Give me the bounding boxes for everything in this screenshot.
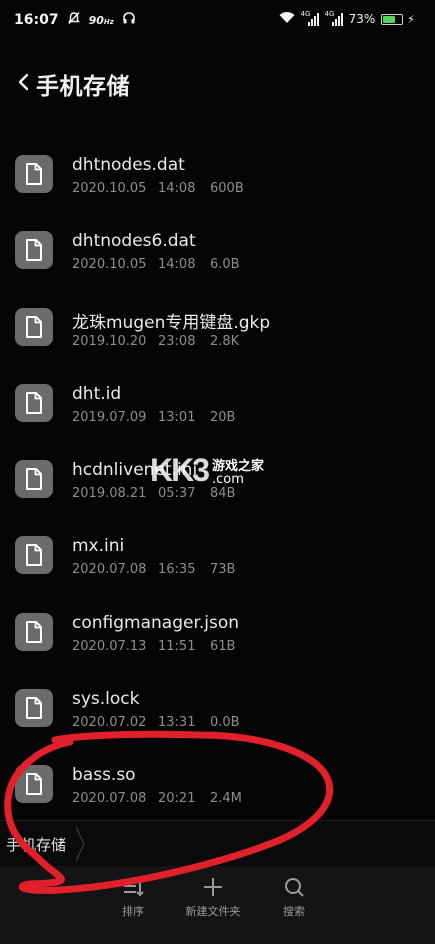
- file-size: 61B: [210, 638, 236, 654]
- file-size: 0.0B: [210, 715, 240, 731]
- file-date: 2020.10.05: [72, 257, 147, 273]
- file-icon: [15, 536, 53, 575]
- file-date: 2020.07.02: [72, 715, 147, 731]
- breadcrumb-item[interactable]: 手机存储: [6, 834, 66, 855]
- file-meta: 2020.10.05 14:08 600B: [72, 181, 244, 196]
- net-speed: 90Hz: [88, 13, 114, 27]
- file-name: sys.lock: [72, 689, 140, 710]
- file-name: mx.ini: [72, 536, 125, 557]
- file-icon: [15, 155, 53, 193]
- file-icon: [15, 689, 53, 728]
- watermark-logo: KK3: [150, 452, 210, 488]
- file-row[interactable]: dht.id 2019.07.09 13:01 20B: [0, 364, 435, 440]
- file-date: 2019.07.09: [72, 409, 147, 425]
- header: 手机存储: [0, 60, 435, 104]
- file-row[interactable]: bass.so 2020.07.08 20:21 2.4M: [0, 745, 435, 821]
- new-folder-button[interactable]: 新建文件夹: [173, 876, 253, 919]
- mute-icon: [67, 11, 81, 29]
- file-meta: 2019.07.09 13:01 20B: [72, 410, 235, 425]
- file-icon: [15, 765, 53, 804]
- file-date: 2019.10.20: [72, 333, 147, 349]
- file-name: dht.id: [72, 383, 122, 404]
- bottom-toolbar: 排序 新建文件夹 搜索: [0, 866, 435, 944]
- search-label: 搜索: [283, 905, 305, 918]
- signal-icon-2: 4G: [325, 10, 343, 26]
- plus-icon: [204, 878, 222, 896]
- file-meta: 2020.07.08 16:35 73B: [72, 562, 235, 577]
- back-icon[interactable]: [16, 72, 34, 92]
- file-row[interactable]: 龙珠mugen专用键盘.gkp 2019.10.20 23:08 2.8K: [0, 288, 435, 364]
- file-time: 23:08: [158, 333, 196, 349]
- wifi-icon: [279, 11, 295, 27]
- watermark: KK3 游戏之家 .com: [150, 452, 264, 489]
- file-time: 11:51: [158, 638, 196, 654]
- file-name: configmanager.json: [72, 612, 240, 633]
- file-time: 13:31: [158, 715, 196, 731]
- watermark-site: 游戏之家 .com: [212, 455, 264, 487]
- file-time: 16:35: [158, 562, 196, 578]
- sort-label: 排序: [122, 905, 144, 918]
- clock: 16:07: [14, 12, 59, 28]
- file-meta: 2020.10.05 14:08 6.0B: [72, 257, 240, 272]
- file-date: 2019.08.21: [72, 486, 147, 502]
- new-folder-label: 新建文件夹: [185, 905, 241, 918]
- file-meta: 2020.07.08 20:21 2.4M: [72, 791, 242, 806]
- file-date: 2020.07.08: [72, 791, 147, 807]
- file-date: 2020.10.05: [72, 181, 147, 196]
- page-title: 手机存储: [36, 74, 130, 100]
- status-bar: 16:07 90Hz 4G 4G 73% ⚡: [0, 0, 435, 40]
- watermark-site-line2: .com: [212, 471, 244, 487]
- file-size: 2.4M: [210, 791, 242, 807]
- file-size: 20B: [210, 409, 236, 425]
- battery-fill: [383, 15, 395, 23]
- file-row[interactable]: mx.ini 2020.07.08 16:35 73B: [0, 516, 435, 592]
- file-time: 13:01: [158, 409, 196, 425]
- search-button[interactable]: 搜索: [254, 876, 334, 919]
- file-row[interactable]: dhtnodes6.dat 2020.10.05 14:08 6.0B: [0, 211, 435, 287]
- status-right: 4G 4G 73% ⚡: [279, 10, 415, 27]
- sort-button[interactable]: 排序: [93, 876, 173, 919]
- file-meta: 2020.07.02 13:31 0.0B: [72, 715, 240, 730]
- file-row[interactable]: dhtnodes.dat 2020.10.05 14:08 600B: [0, 135, 435, 211]
- file-time: 20:21: [158, 791, 196, 807]
- file-row[interactable]: configmanager.json 2020.07.13 11:51 61B: [0, 593, 435, 669]
- file-size: 73B: [210, 562, 236, 578]
- file-time: 14:08: [158, 181, 196, 196]
- battery-icon: [381, 13, 404, 25]
- breadcrumb-separator-icon: [74, 825, 86, 863]
- status-left: 16:07 90Hz: [14, 11, 136, 29]
- file-icon: [15, 307, 53, 346]
- file-name: dhtnodes6.dat: [72, 231, 196, 252]
- file-name: 龙珠mugen专用键盘.gkp: [72, 312, 271, 333]
- file-row[interactable]: sys.lock 2020.07.02 13:31 0.0B: [0, 669, 435, 745]
- file-size: 6.0B: [210, 257, 240, 273]
- file-time: 14:08: [158, 257, 196, 273]
- file-size: 600B: [210, 181, 244, 196]
- file-meta: 2020.07.13 11:51 61B: [72, 639, 235, 654]
- search-icon: [285, 878, 304, 897]
- file-size: 2.8K: [210, 333, 240, 349]
- file-date: 2020.07.13: [72, 638, 147, 654]
- file-meta: 2019.10.20 23:08 2.8K: [72, 334, 239, 349]
- sort-icon: [124, 879, 144, 897]
- file-date: 2020.07.08: [72, 562, 147, 578]
- file-icon: [15, 383, 53, 422]
- file-icon: [15, 460, 53, 499]
- file-name: bass.so: [72, 765, 136, 786]
- path-bar: 手机存储: [0, 820, 435, 867]
- charging-icon: ⚡: [407, 12, 415, 26]
- signal-icon: 4G: [301, 10, 319, 26]
- file-icon: [15, 612, 53, 651]
- file-icon: [15, 231, 53, 270]
- battery-percent: 73%: [348, 12, 376, 26]
- file-name: dhtnodes.dat: [72, 155, 185, 175]
- headphones-icon: [122, 11, 136, 29]
